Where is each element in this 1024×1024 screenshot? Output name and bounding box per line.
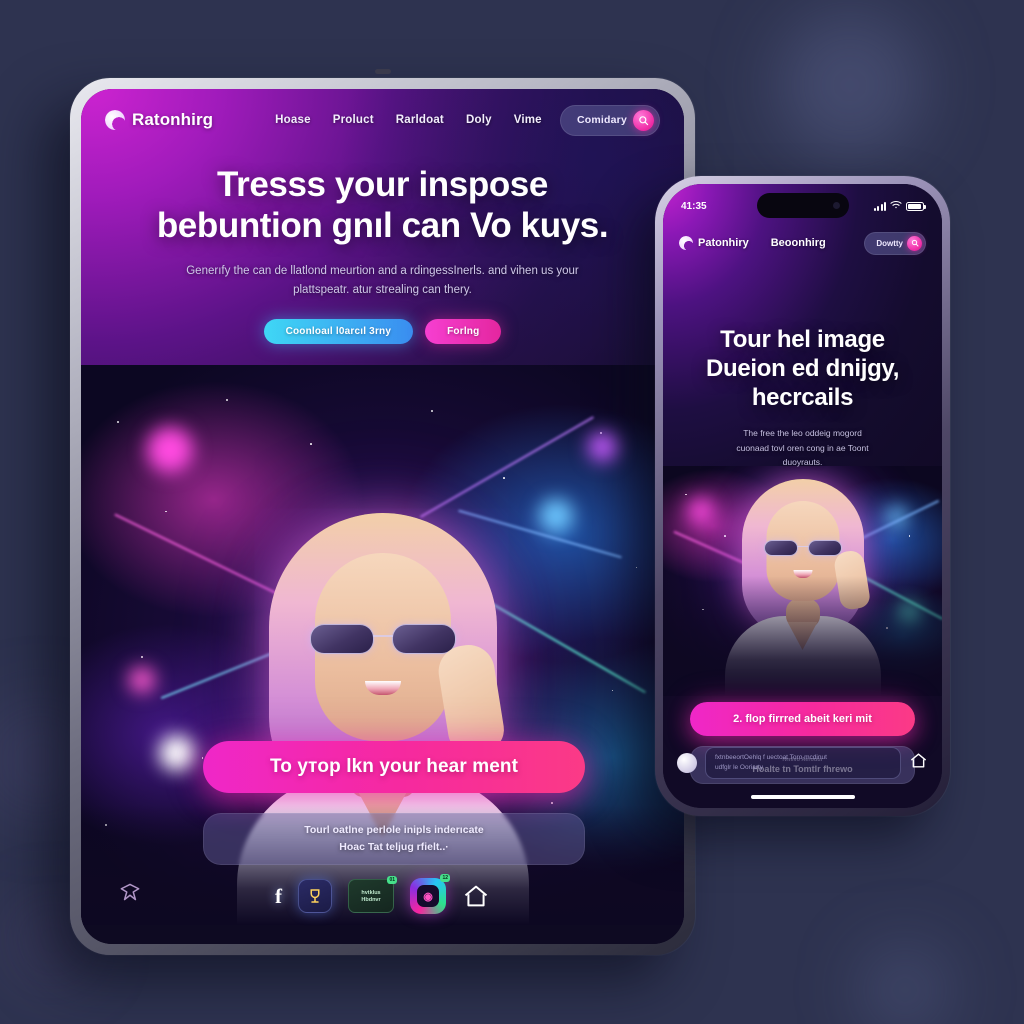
phone-hero-headline: Tour hel image Dueion ed dnijgy, hecrcai… bbox=[687, 326, 918, 412]
background-orb bbox=[775, 10, 925, 160]
tablet-icon-row: f hvtklus Hbdnvr 01 ◉ 12 bbox=[81, 874, 684, 914]
search-icon[interactable] bbox=[907, 235, 922, 251]
app-tile-icon[interactable] bbox=[298, 879, 332, 913]
phone-nav-cta-button[interactable]: Dowtty bbox=[864, 231, 926, 255]
phone-headline-line-2: Dueion ed dnijgy, bbox=[705, 354, 900, 382]
artwork-fade bbox=[663, 576, 942, 696]
tablet-brand[interactable]: Ratonhirg bbox=[105, 110, 213, 130]
status-time: 41:35 bbox=[681, 200, 707, 212]
tablet-nav-links: Hoase Proluct Rarldoat Doly Vime bbox=[275, 114, 542, 126]
tablet-nav-cta-label: Comidary bbox=[576, 114, 627, 126]
tablet-hero: Tresss your insposе bebuntion gnıl can V… bbox=[81, 165, 684, 345]
hero-primary-button[interactable]: Coonloaıl l0arcıl 3rny bbox=[263, 319, 414, 345]
phone-subcopy-line-1: The free the leo oddeig mogord bbox=[743, 428, 862, 439]
headline-line-2: bebuntion gnıl can Vo kuys. bbox=[156, 205, 609, 245]
tile-label-bottom: Hbdnvr bbox=[361, 896, 381, 903]
phone-hero-artwork bbox=[663, 466, 942, 696]
tile-badge: 01 bbox=[387, 876, 397, 884]
sunglasses-icon bbox=[309, 622, 456, 656]
instagram-tile-icon[interactable]: ◉ 12 bbox=[410, 874, 450, 914]
phone-screen: 41:35 Patonhiry Beoonhirg Dowtty Tour he… bbox=[663, 184, 942, 808]
tablet-hero-headline: Tresss your insposе bebuntion gnıl can V… bbox=[115, 165, 650, 246]
tablet-navbar: Ratonhirg Hoase Proluct Rarldoat Doly Vi… bbox=[81, 89, 684, 151]
input-text-line-2: udfglr le Ooriarty bbox=[715, 764, 764, 771]
secondary-cta-line-1: Tourl oatlne perlolе inipls inderıcate bbox=[304, 824, 484, 836]
phone-hero: Tour hel image Dueion ed dnijgy, hecrcai… bbox=[663, 326, 942, 470]
phone-home-indicator[interactable] bbox=[750, 795, 855, 799]
spiral-logo-icon bbox=[105, 110, 125, 130]
wifi-icon bbox=[890, 200, 902, 212]
tablet-nav-cta-button[interactable]: Comidary bbox=[559, 104, 660, 136]
tablet-primary-cta-button[interactable]: To yтop lkn your hear ment bbox=[203, 741, 585, 793]
phone-brand[interactable]: Patonhiry bbox=[679, 236, 749, 250]
subcopy-line-1: Generıfy the can de llatlond meurtion an… bbox=[186, 265, 508, 278]
secondary-cta-line-2: Hoac Tat teljug rfielt..· bbox=[339, 841, 449, 854]
tile-badge: 12 bbox=[440, 874, 450, 882]
nav-link-vime[interactable]: Vime bbox=[514, 114, 542, 126]
lens-flare bbox=[159, 734, 196, 771]
home-icon[interactable] bbox=[462, 882, 490, 910]
tile-label-top: hvtklus bbox=[361, 889, 381, 896]
home-icon[interactable] bbox=[909, 751, 928, 775]
phone-primary-cta-button[interactable]: 2. flop firrred abeit keri mit bbox=[690, 702, 915, 736]
phone-subcopy-line-3: duoyrauts. bbox=[782, 457, 823, 468]
tablet-brand-name: Ratonhirg bbox=[132, 110, 214, 129]
search-icon[interactable] bbox=[633, 109, 654, 131]
background-orb bbox=[860, 945, 950, 1024]
tablet-screen: Ratonhirg Hoase Proluct Rarldoat Doly Vi… bbox=[81, 89, 684, 944]
phone-hero-subcopy: The free the leo oddeig mogord cuonaad t… bbox=[687, 426, 918, 469]
phone-headline-line-3: hecrcails bbox=[751, 383, 854, 411]
battery-icon bbox=[906, 201, 926, 211]
phone-message-input[interactable]: fxtnbeeortOehlq f uectoat Toro mcdinut u… bbox=[705, 746, 901, 780]
nav-link-proluct[interactable]: Proluct bbox=[333, 114, 374, 126]
phone-statusbar: 41:35 bbox=[663, 194, 942, 218]
tablet-secondary-cta-panel[interactable]: Tourl oatlne perlolе inipls inderıcate H… bbox=[203, 813, 585, 866]
spiral-logo-icon bbox=[679, 236, 693, 250]
lens-flare bbox=[147, 426, 194, 473]
hero-secondary-button[interactable]: Forlng bbox=[425, 319, 502, 345]
tablet-hero-subcopy: Generıfy the can de llatlond meurtion an… bbox=[168, 262, 598, 300]
nav-link-rarldoat[interactable]: Rarldoat bbox=[396, 114, 444, 126]
lens-flare bbox=[587, 432, 618, 463]
tablet-device-mockup: Ratonhirg Hoase Proluct Rarldoat Doly Vi… bbox=[70, 69, 695, 955]
status-indicators bbox=[874, 200, 926, 212]
user-avatar-icon[interactable] bbox=[677, 753, 697, 773]
nav-link-doly[interactable]: Doly bbox=[466, 114, 492, 126]
tablet-camera-icon bbox=[374, 69, 391, 74]
phone-brand-name: Patonhiry bbox=[698, 237, 749, 249]
phone-nav-cta-label: Dowtty bbox=[876, 238, 903, 248]
phone-bottom-bar: fxtnbeeortOehlq f uectoat Toro mcdinut u… bbox=[663, 740, 942, 786]
phone-subcopy-line-2: cuonaad tovl oren cong in ae Toont bbox=[736, 442, 869, 453]
phone-headline-line-1: Tour hel image bbox=[720, 326, 885, 353]
headline-line-1: Tresss your insposе bbox=[217, 165, 548, 204]
translate-tile-icon[interactable]: hvtklus Hbdnvr 01 bbox=[348, 876, 397, 913]
nav-link-hoase[interactable]: Hoase bbox=[275, 114, 311, 126]
facebook-icon[interactable]: f bbox=[275, 884, 282, 909]
phone-navbar: Patonhiry Beoonhirg Dowtty bbox=[663, 228, 942, 258]
cellular-signal-icon bbox=[874, 201, 886, 211]
phone-device-mockup: 41:35 Patonhiry Beoonhirg Dowtty Tour he… bbox=[655, 176, 950, 816]
input-text-line-1: fxtnbeeortOehlq f uectoat Toro mcdinut bbox=[715, 753, 827, 761]
phone-nav-link[interactable]: Beoonhirg bbox=[771, 237, 826, 249]
tablet-hero-buttons: Coonloaıl l0arcıl 3rny Forlng bbox=[115, 319, 650, 345]
origami-bird-icon bbox=[117, 879, 143, 910]
sunglasses-icon bbox=[763, 539, 842, 557]
